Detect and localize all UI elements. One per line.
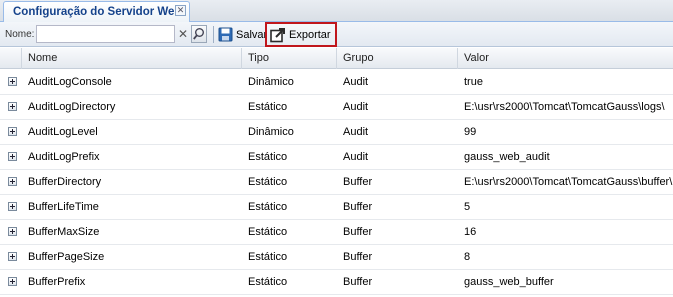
column-header-grupo[interactable]: Grupo [337, 48, 458, 69]
cell-valor: 99 [464, 126, 477, 138]
filter-input[interactable] [36, 25, 175, 43]
cell-tipo: Estático [248, 176, 288, 188]
export-button[interactable]: Exportar [265, 22, 337, 47]
cell-tipo: Estático [248, 226, 288, 238]
cell-valor: 8 [464, 251, 471, 263]
cell-nome: BufferDirectory [28, 176, 102, 188]
cell-valor: true [464, 76, 483, 88]
cell-tipo: Estático [248, 251, 288, 263]
save-icon [218, 27, 233, 42]
table-row[interactable]: BufferPageSize Estático Buffer 8 [0, 245, 673, 270]
cell-valor: E:\usr\rs2000\Tomcat\TomcatGauss\buffer\ [464, 176, 673, 188]
cell-grupo: Buffer [343, 201, 373, 213]
column-header-valor[interactable]: Valor [458, 48, 673, 69]
cell-nome: BufferMaxSize [28, 226, 100, 238]
expand-icon[interactable] [8, 77, 17, 86]
cell-tipo: Dinâmico [248, 76, 294, 88]
close-icon[interactable]: ✕ [175, 5, 186, 16]
cell-grupo: Audit [343, 76, 369, 88]
cell-nome: BufferLifeTime [28, 201, 99, 213]
table-row[interactable]: BufferLifeTime Estático Buffer 5 [0, 195, 673, 220]
cell-nome: BufferPageSize [28, 251, 105, 263]
table-row[interactable]: AuditLogConsole Dinâmico Audit true [0, 70, 673, 95]
tab-title: Configuração do Servidor Web [13, 6, 182, 18]
expand-icon[interactable] [8, 152, 17, 161]
expand-icon[interactable] [8, 177, 17, 186]
expand-icon[interactable] [8, 227, 17, 236]
column-header-tipo[interactable]: Tipo [242, 48, 337, 69]
table-row[interactable]: AuditLogDirectory Estático Audit E:\usr\… [0, 95, 673, 120]
table-row[interactable]: BufferMaxSize Estático Buffer 16 [0, 220, 673, 245]
export-icon [270, 27, 285, 42]
expand-icon[interactable] [8, 252, 17, 261]
cell-grupo: Buffer [343, 176, 373, 188]
cell-valor: 5 [464, 201, 471, 213]
search-icon [193, 28, 204, 40]
expand-icon[interactable] [8, 277, 17, 286]
save-label: Salvar [236, 28, 268, 41]
cell-nome: AuditLogDirectory [28, 101, 116, 113]
cell-grupo: Audit [343, 126, 369, 138]
cell-nome: BufferPrefix [28, 276, 86, 288]
cell-tipo: Dinâmico [248, 126, 294, 138]
cell-grupo: Audit [343, 101, 369, 113]
grid-body: AuditLogConsole Dinâmico Audit true Audi… [0, 70, 673, 297]
cell-nome: AuditLogConsole [28, 76, 112, 88]
toolbar-separator [213, 26, 214, 43]
table-row[interactable]: BufferDirectory Estático Buffer E:\usr\r… [0, 170, 673, 195]
filter-label: Nome: [5, 29, 35, 40]
cell-tipo: Estático [248, 151, 288, 163]
table-row[interactable]: AuditLogPrefix Estático Audit gauss_web_… [0, 145, 673, 170]
cell-nome: AuditLogLevel [28, 126, 98, 138]
column-header-nome[interactable]: Nome [22, 48, 242, 69]
toolbar: Nome: ✕ Salvar Exportar [0, 22, 673, 47]
cell-valor: gauss_web_buffer [464, 276, 554, 288]
cell-grupo: Buffer [343, 276, 373, 288]
grid-header: Nome Tipo Grupo Valor [0, 48, 673, 69]
table-row[interactable]: AuditLogLevel Dinâmico Audit 99 [0, 120, 673, 145]
save-button[interactable]: Salvar [216, 24, 269, 45]
export-label: Exportar [289, 28, 331, 41]
clear-icon[interactable]: ✕ [176, 25, 190, 43]
cell-grupo: Buffer [343, 251, 373, 263]
cell-valor: E:\usr\rs2000\Tomcat\TomcatGauss\logs\ [464, 101, 665, 113]
cell-grupo: Buffer [343, 226, 373, 238]
table-row[interactable]: BufferPrefix Estático Buffer gauss_web_b… [0, 270, 673, 295]
search-button[interactable] [191, 25, 207, 43]
cell-valor: 16 [464, 226, 477, 238]
tab-configuracao-servidor-web[interactable]: Configuração do Servidor Web ✕ [3, 1, 190, 22]
cell-valor: gauss_web_audit [464, 151, 550, 163]
tab-bar: Configuração do Servidor Web ✕ [0, 0, 673, 22]
expand-icon[interactable] [8, 102, 17, 111]
cell-nome: AuditLogPrefix [28, 151, 100, 163]
cell-tipo: Estático [248, 276, 288, 288]
expand-icon[interactable] [8, 127, 17, 136]
expand-icon[interactable] [8, 202, 17, 211]
cell-grupo: Audit [343, 151, 369, 163]
column-header-expander [0, 48, 22, 69]
cell-tipo: Estático [248, 201, 288, 213]
cell-tipo: Estático [248, 101, 288, 113]
